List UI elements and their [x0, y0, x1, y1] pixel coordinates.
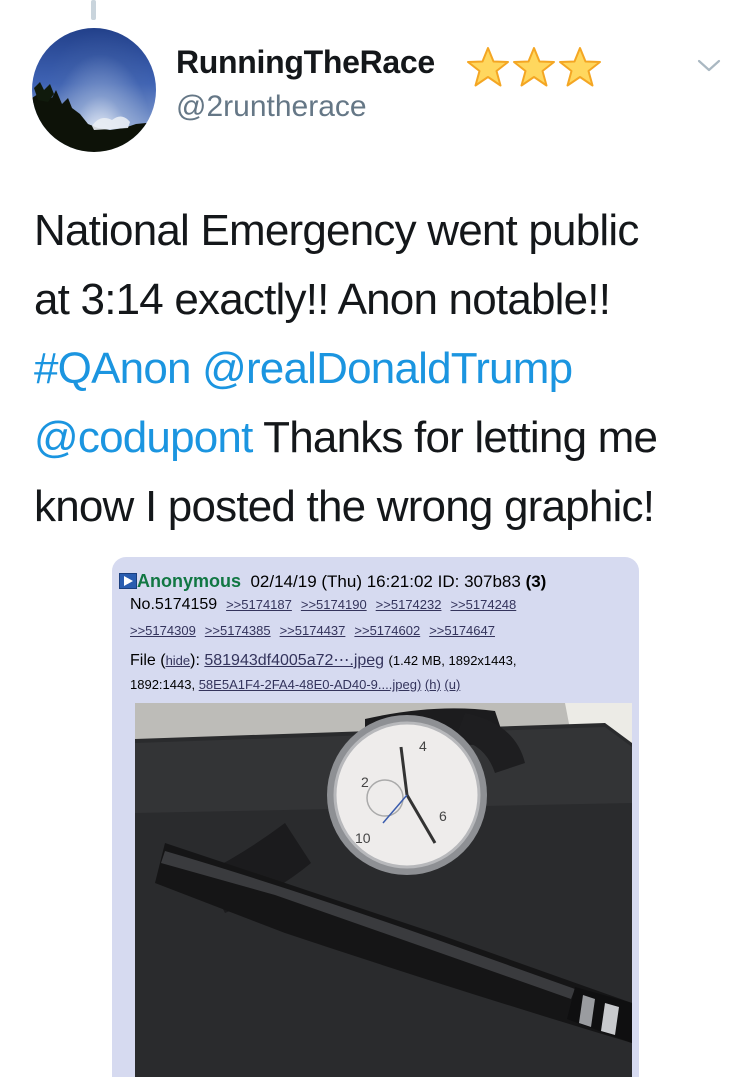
- file-meta-ratio: 1892:1443,: [130, 677, 196, 692]
- file-name-link[interactable]: 581943df4005a72⋯.jpeg: [204, 652, 384, 669]
- star-icon: [467, 47, 509, 87]
- hashtag-link[interactable]: #QAnon: [34, 344, 191, 393]
- file-meta: (1.42 MB, 1892x1443,: [388, 653, 517, 668]
- star-icon: [559, 47, 601, 87]
- file-info-line-2: 1892:1443, 58E5A1F4-2FA4-48E0-AD40-9....…: [130, 677, 460, 692]
- avatar[interactable]: [32, 28, 156, 152]
- backlinks-row: >>5174309 >>5174385 >>5174437 >>5174602 >>51…: [130, 622, 504, 640]
- poster-id: 307b83: [464, 572, 521, 591]
- badge-stars: [466, 46, 602, 88]
- tweet-text-line: at 3:14 exactly!! Anon notable!!: [34, 275, 611, 324]
- display-name[interactable]: RunningTheRace: [176, 44, 435, 81]
- tweet-text-line: know I posted the wrong graphic!: [34, 482, 655, 531]
- poster-name: Anonymous: [137, 571, 242, 591]
- watch-photo[interactable]: 2 4 6 10: [135, 703, 632, 1077]
- attached-image[interactable]: Anonymous 02/14/19 (Thu) 16:21:02 ID: 30…: [112, 557, 639, 1077]
- svg-text:10: 10: [355, 830, 371, 846]
- id-post-count: (3): [525, 572, 547, 591]
- post-datetime: 02/14/19 (Thu) 16:21:02: [250, 572, 433, 591]
- svg-text:6: 6: [439, 808, 447, 824]
- tweet-text-line: National Emergency went public: [34, 206, 639, 255]
- h-link[interactable]: (h): [425, 677, 441, 692]
- backlink[interactable]: >>5174602: [354, 623, 420, 638]
- user-handle[interactable]: @2runtherace: [176, 90, 367, 124]
- svg-text:2: 2: [361, 774, 369, 790]
- original-file-link[interactable]: 58E5A1F4-2FA4-48E0-AD40-9....jpeg): [199, 677, 422, 692]
- play-icon: [119, 573, 137, 589]
- backlink[interactable]: >>5174647: [429, 623, 495, 638]
- mention-link[interactable]: @realDonaldTrump: [202, 344, 573, 393]
- tweet-text: National Emergency went public at 3:14 ex…: [34, 196, 724, 541]
- u-link[interactable]: (u): [444, 677, 460, 692]
- thread-connector-line: [91, 0, 96, 20]
- file-label: File (: [130, 652, 166, 669]
- file-label-close: ):: [190, 652, 205, 669]
- backlink[interactable]: >>5174248: [450, 597, 516, 612]
- tweet-text-line: Thanks for letting me: [252, 413, 658, 462]
- backlink[interactable]: >>5174232: [376, 597, 442, 612]
- file-info-line: File (hide): 581943df4005a72⋯.jpeg (1.42…: [130, 650, 516, 670]
- backlink[interactable]: >>5174385: [205, 623, 271, 638]
- hide-link[interactable]: hide: [166, 653, 191, 668]
- star-icon: [513, 47, 555, 87]
- backlink[interactable]: >>5174190: [301, 597, 367, 612]
- post-number-line: No.5174159 >>5174187 >>5174190 >>5174232 >>…: [130, 596, 525, 614]
- svg-text:4: 4: [419, 738, 427, 754]
- id-label: ID:: [437, 572, 460, 591]
- mention-link[interactable]: @codupont: [34, 413, 253, 462]
- post-header: Anonymous 02/14/19 (Thu) 16:21:02 ID: 30…: [119, 571, 546, 592]
- backlink[interactable]: >>5174187: [226, 597, 292, 612]
- backlink[interactable]: >>5174437: [280, 623, 346, 638]
- chevron-down-icon[interactable]: [696, 56, 722, 76]
- post-number: No.5174159: [130, 596, 218, 613]
- backlink[interactable]: >>5174309: [130, 623, 196, 638]
